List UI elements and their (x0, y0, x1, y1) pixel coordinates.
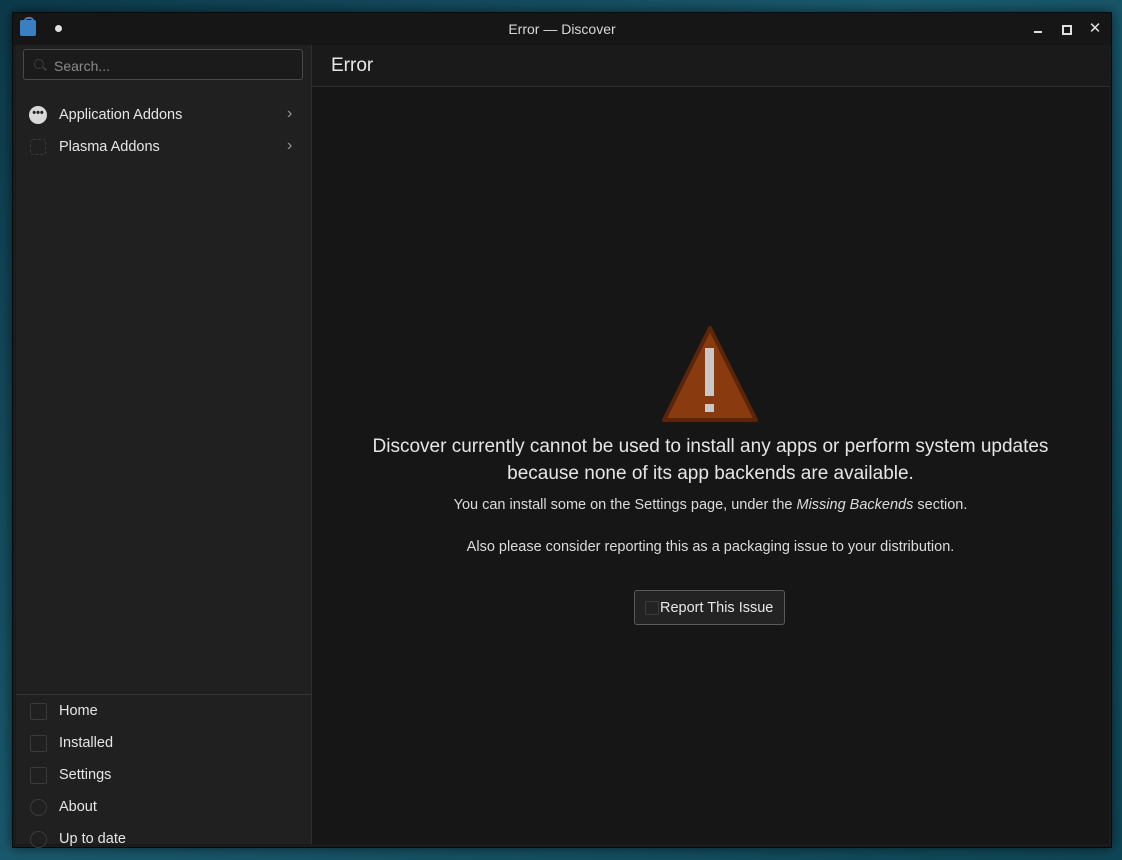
error-message: Discover currently cannot be used to ins… (372, 436, 1049, 484)
sidebar-item-application-addons[interactable]: ••• Application Addons › (16, 100, 311, 130)
sidebar-divider (16, 694, 311, 695)
sidebar-item-label: Plasma Addons (59, 139, 160, 155)
maximize-button[interactable] (1057, 19, 1077, 39)
error-hint-after: section. (913, 497, 968, 513)
minimize-button[interactable] (1029, 19, 1049, 39)
close-icon: ✕ (1088, 20, 1102, 37)
nav-label: Installed (59, 735, 114, 751)
error-hint-before: You can install some on the Settings pag… (453, 497, 797, 513)
installed-icon (30, 735, 47, 752)
nav-label: Settings (59, 767, 112, 783)
missing-backends-emphasis: Missing Backends (796, 497, 914, 513)
nav-settings[interactable]: Settings (16, 760, 311, 790)
nav-label: Up to date (59, 831, 126, 847)
sidebar-item-label: Application Addons (59, 107, 183, 123)
search-icon (34, 59, 44, 69)
page-title: Error (331, 55, 374, 76)
close-button[interactable]: ✕ (1085, 19, 1105, 39)
nav-up-to-date[interactable]: Up to date (16, 824, 311, 854)
maximize-icon (1062, 25, 1072, 35)
discover-window: Error — Discover ✕ ••• Application Addon… (12, 12, 1112, 848)
home-icon (30, 703, 47, 720)
nav-label: About (59, 799, 97, 815)
sidebar-item-plasma-addons[interactable]: Plasma Addons › (16, 132, 311, 162)
puzzle-icon (30, 139, 46, 155)
report-issue-button[interactable]: Report This Issue (634, 590, 785, 625)
nav-installed[interactable]: Installed (16, 728, 311, 758)
warning-icon (662, 326, 758, 422)
report-issue-label: Report This Issue (660, 600, 774, 616)
window-title: Error — Discover (508, 21, 616, 37)
main-content: Error Discover currently cannot be used … (312, 45, 1109, 844)
about-icon (30, 799, 47, 816)
update-icon (30, 831, 47, 848)
title-bar[interactable]: Error — Discover ✕ (13, 13, 1111, 45)
addons-icon: ••• (29, 106, 47, 124)
sidebar: ••• Application Addons › Plasma Addons ›… (16, 45, 312, 848)
report-hint: Also please consider reporting this as a… (466, 539, 955, 555)
nav-about[interactable]: About (16, 792, 311, 822)
search-field[interactable] (23, 49, 303, 80)
error-hint: You can install some on the Settings pag… (312, 497, 1109, 513)
chevron-right-icon: › (287, 105, 293, 122)
search-input[interactable] (52, 56, 296, 76)
nav-home[interactable]: Home (16, 696, 311, 726)
settings-icon (30, 767, 47, 784)
chevron-right-icon: › (287, 137, 293, 154)
nav-label: Home (59, 703, 98, 719)
bug-icon (645, 601, 659, 615)
minimize-icon (1034, 31, 1042, 33)
page-header: Error (312, 45, 1109, 87)
